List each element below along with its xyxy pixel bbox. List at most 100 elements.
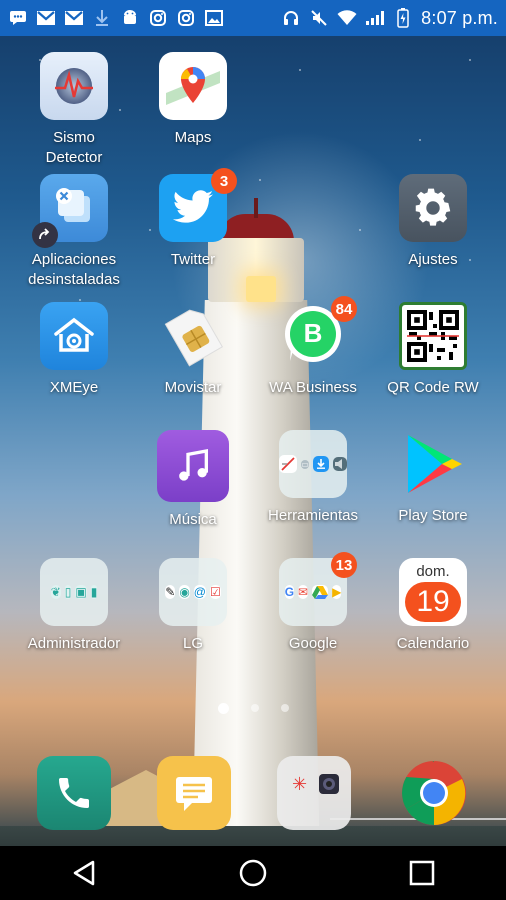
- folder-herramientas[interactable]: ▭ Herramientas: [258, 430, 368, 526]
- recents-square-icon: [409, 860, 434, 886]
- app-label: Movistar: [164, 379, 222, 396]
- sim-card-icon: [159, 302, 227, 370]
- shortcut-arrow-icon: [32, 222, 58, 248]
- uninstalled-apps-icon: [32, 174, 108, 248]
- headset-icon: [281, 9, 301, 27]
- app-label: Herramientas: [267, 507, 359, 524]
- app-twitter[interactable]: 3 Twitter: [138, 168, 248, 270]
- chat-icon: [8, 9, 28, 27]
- system-icons: 8:07 p.m.: [281, 8, 498, 29]
- folder-administrador[interactable]: ❦ ▯ ▣ ▮ Administrador: [19, 558, 129, 654]
- music-note-icon: [157, 430, 229, 502]
- chip-mini-icon: ▣: [75, 585, 87, 599]
- page-dot-3[interactable]: [280, 704, 289, 712]
- tasks-mini-icon: ☑: [209, 585, 221, 599]
- notification-icons: [8, 9, 224, 27]
- app-xmeye[interactable]: XMEye: [19, 302, 129, 398]
- app-maps[interactable]: Maps: [138, 52, 248, 148]
- messages-icon: [176, 777, 212, 811]
- folder-google[interactable]: G ✉ ▶ 13 Google: [258, 552, 368, 654]
- notification-badge: 84: [331, 296, 357, 322]
- recents-button[interactable]: [392, 853, 452, 893]
- gallery-icon: [204, 9, 224, 27]
- folder-lg[interactable]: ✎ ◉ @ ☑ LG: [138, 558, 248, 654]
- app-label: Maps: [174, 129, 212, 146]
- home-screen: 8:07 p.m. Sismo Detector Maps Aplicacion…: [0, 0, 506, 900]
- page-dot-1[interactable]: [217, 702, 229, 714]
- app-label: Sismo Detector: [45, 129, 103, 166]
- battery-icon: [393, 8, 413, 28]
- calendar-icon: dom. 19: [399, 558, 467, 626]
- app-label: Aplicaciones desinstaladas: [28, 251, 120, 288]
- twitter-icon: 3: [159, 168, 237, 242]
- home-circle-icon: [239, 859, 267, 887]
- signal-icon: [365, 9, 385, 27]
- contacts-mini-icon: ◉: [179, 585, 190, 599]
- dock-chrome[interactable]: [397, 756, 471, 830]
- app-label: Música: [169, 511, 217, 528]
- download-mini-icon: [312, 456, 329, 472]
- app-qr-code-rw[interactable]: QR Code RW: [378, 302, 488, 398]
- administrador-folder-icon: ❦ ▯ ▣ ▮: [40, 558, 108, 626]
- back-triangle-icon: [74, 860, 95, 886]
- battery-mini-icon: ▯: [64, 585, 72, 599]
- pen-mini-icon: ✎: [165, 585, 176, 599]
- home-button[interactable]: [223, 853, 283, 893]
- app-label: LG: [182, 635, 203, 652]
- gmail-icon: [36, 9, 56, 27]
- maps-icon: [159, 52, 227, 120]
- app-label: Google: [288, 635, 338, 652]
- voice-recorder-mini-icon: [332, 457, 347, 471]
- dock-phone[interactable]: [37, 756, 111, 830]
- qr-code-icon: [399, 302, 467, 370]
- seismograph-icon: [40, 52, 108, 120]
- phone-mini-icon: ▮: [90, 585, 98, 599]
- android-icon: [120, 9, 140, 27]
- play-music-mini-icon: ▶: [332, 585, 342, 599]
- clock-mini-icon: [279, 455, 298, 473]
- gmail-mini-icon: ✉: [298, 585, 309, 599]
- app-aplicaciones-desinstaladas[interactable]: Aplicaciones desinstaladas: [19, 174, 129, 290]
- wallpaper-lighthouse-lamp: [246, 276, 276, 302]
- app-label: Twitter: [170, 251, 216, 268]
- xmeye-house-icon: [40, 302, 108, 370]
- app-calendario[interactable]: dom. 19 Calendario: [378, 558, 488, 654]
- page-indicator[interactable]: [0, 702, 506, 714]
- email-mini-icon: @: [193, 585, 206, 599]
- leaf-mini-icon: ❦: [50, 585, 61, 599]
- back-button[interactable]: [54, 853, 114, 893]
- app-musica[interactable]: Música: [138, 430, 248, 530]
- app-wa-business[interactable]: B 84 WA Business: [258, 296, 368, 398]
- chrome-icon: [402, 761, 466, 825]
- google-folder-icon: G ✉ ▶ 13: [279, 552, 357, 626]
- drive-mini-icon: [312, 585, 329, 599]
- herramientas-folder-icon: ▭: [279, 430, 347, 498]
- play-store-icon: [399, 430, 467, 498]
- app-ajustes[interactable]: Ajustes: [378, 174, 488, 270]
- whatsapp-business-icon: B 84: [279, 296, 357, 370]
- app-movistar[interactable]: Movistar: [138, 302, 248, 398]
- calendar-day-name: dom.: [416, 563, 450, 580]
- app-sismo-detector[interactable]: Sismo Detector: [19, 52, 129, 168]
- app-label: Administrador: [27, 635, 121, 652]
- notification-badge: 3: [211, 168, 237, 194]
- app-play-store[interactable]: Play Store: [378, 430, 488, 526]
- dock-messages[interactable]: [157, 756, 231, 830]
- wifi-icon: [337, 9, 357, 27]
- page-dot-2[interactable]: [250, 704, 259, 712]
- app-label: Play Store: [398, 507, 468, 524]
- camera-mini-icon: [316, 773, 341, 795]
- calendar-day-number: 19: [405, 582, 461, 622]
- dock-camera-folder[interactable]: ✳: [277, 756, 351, 830]
- status-bar[interactable]: 8:07 p.m.: [0, 0, 506, 36]
- flashlight-mini-icon: ✳: [291, 773, 308, 794]
- app-label: XMEye: [49, 379, 99, 396]
- app-label: Ajustes: [408, 251, 458, 268]
- navigation-bar: [0, 846, 506, 900]
- instagram-icon: [176, 9, 196, 27]
- instagram-icon: [148, 9, 168, 27]
- app-label: WA Business: [269, 379, 357, 396]
- memo-mini-icon: ▭: [301, 459, 309, 469]
- phone-icon: [59, 778, 89, 808]
- app-label: QR Code RW: [387, 379, 479, 396]
